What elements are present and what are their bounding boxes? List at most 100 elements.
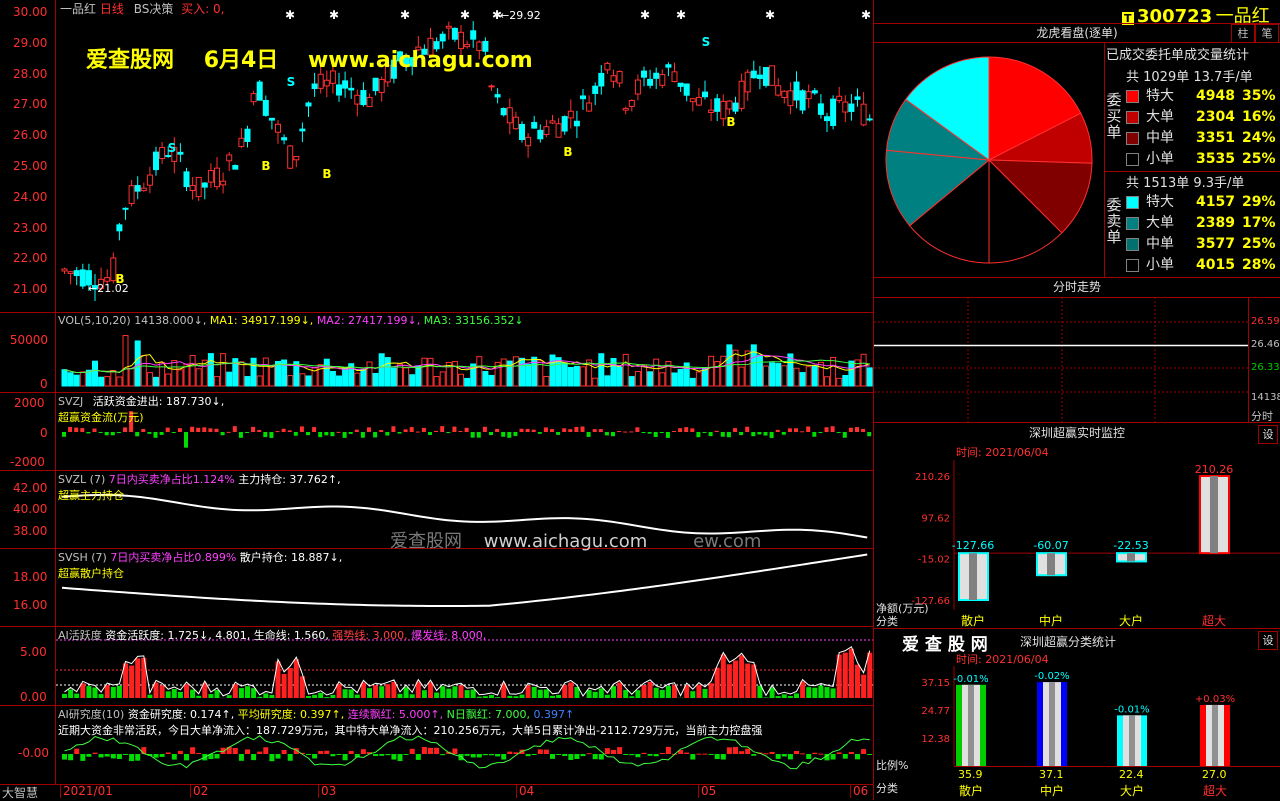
- lhb-num: 2389: [1196, 213, 1235, 233]
- volume-bar: [367, 362, 372, 386]
- research-bar: [154, 754, 159, 758]
- candle-body: [62, 269, 67, 271]
- research-bar: [666, 747, 671, 754]
- fenshi-tick-2: 26.46: [1251, 339, 1280, 350]
- research-bar: [74, 749, 79, 754]
- volume-bar: [489, 375, 494, 386]
- ai-bar: [611, 686, 616, 698]
- research-bar: [855, 754, 860, 759]
- ai-bar: [166, 691, 171, 698]
- ai-bar: [507, 696, 512, 698]
- ai-bar: [513, 696, 518, 698]
- volume-bar: [86, 370, 91, 386]
- flow-bar: [794, 428, 798, 432]
- ai-bar: [282, 674, 287, 698]
- flow-bar: [550, 429, 554, 432]
- svzj-tick-3: -2000: [10, 455, 45, 469]
- research-bar: [135, 754, 140, 761]
- sell-total: 共 1513单 9.3手/单: [1126, 172, 1244, 191]
- volume-bar: [593, 378, 598, 386]
- ai-bar: [74, 694, 79, 698]
- flow-bar: [520, 429, 524, 432]
- vol-header: VOL(5,10,20) 14138.000↓, MA1: 34917.199↓…: [58, 314, 524, 327]
- flow-bar: [208, 428, 212, 432]
- volume-bar: [178, 370, 183, 386]
- monitor-bar-shade: [969, 553, 977, 600]
- research-bar: [538, 749, 543, 754]
- period-label[interactable]: 日线: [100, 2, 124, 16]
- volume-bar: [391, 368, 396, 386]
- volume-bar: [318, 365, 323, 386]
- monitor-bar-value: -127.66: [952, 539, 994, 552]
- flow-bar: [483, 427, 487, 432]
- monitor-chart: 210.2697.62-15.02-127.66-127.66散户-60.07中…: [874, 460, 1280, 630]
- lhb-pct: 25%: [1242, 234, 1276, 254]
- candle-body: [709, 110, 714, 112]
- flow-bar: [696, 432, 700, 437]
- ai-bar: [80, 683, 85, 698]
- candle-body: [666, 65, 671, 67]
- research-bar: [660, 753, 665, 754]
- tab-column[interactable]: 柱: [1231, 24, 1255, 43]
- price-tick: 29.00: [13, 36, 47, 50]
- research-bar: [428, 748, 433, 754]
- monitor-cat-label: 超大: [1202, 613, 1226, 628]
- volume-bar: [690, 378, 695, 386]
- candle-body: [794, 82, 799, 100]
- lhb-label: 特大: [1146, 192, 1174, 212]
- high-annotation: ←29.92: [500, 9, 541, 22]
- volume-bar: [385, 358, 390, 386]
- research-bar: [532, 754, 537, 755]
- flow-bar: [703, 432, 707, 433]
- lhb-label: 特大: [1146, 86, 1174, 106]
- candle-body: [629, 100, 634, 106]
- monitor-settings-button[interactable]: 设: [1258, 425, 1278, 444]
- flow-bar: [782, 432, 786, 435]
- candle-body: [147, 175, 152, 185]
- flow-bar: [465, 428, 469, 432]
- tab-tick[interactable]: 笔: [1255, 24, 1279, 43]
- monitor-bar: [1117, 553, 1146, 561]
- ai-bar: [812, 688, 817, 698]
- ai-bar: [465, 690, 470, 698]
- volume-bar: [849, 361, 854, 386]
- research-bar: [416, 754, 421, 760]
- ai-bar: [532, 687, 537, 698]
- candle-body: [276, 124, 281, 132]
- research-bar: [562, 754, 567, 756]
- flow-bar: [93, 429, 97, 432]
- research-tick: -0.00: [18, 746, 49, 760]
- flow-bar: [574, 427, 578, 432]
- lhb-label: 大单: [1146, 107, 1174, 127]
- research-bar: [574, 754, 579, 759]
- price-tick: 22.00: [13, 251, 47, 265]
- research-bar: [831, 754, 836, 759]
- volume-bar: [440, 372, 445, 386]
- flow-bar: [477, 432, 481, 438]
- flow-bar: [757, 432, 761, 434]
- ai-bar: [269, 695, 274, 698]
- volume-bar: [581, 367, 586, 386]
- class-bottom-value: 27.0: [1202, 768, 1227, 781]
- flow-bar: [642, 432, 646, 433]
- research-bar: [794, 751, 799, 754]
- flow-bar: [843, 432, 847, 438]
- monitor-tick: -15.02: [918, 555, 950, 566]
- volume-bar: [172, 361, 177, 386]
- flow-bar: [489, 432, 493, 435]
- ai-bar: [446, 689, 451, 698]
- candle-body: [739, 81, 744, 108]
- strategy-label[interactable]: BS决策: [134, 2, 174, 16]
- volume-bar: [154, 377, 159, 386]
- volume-bar: [818, 362, 823, 386]
- volume-bar: [806, 367, 811, 386]
- fenshi-chart[interactable]: [874, 297, 1280, 422]
- class-settings-button[interactable]: 设: [1258, 631, 1278, 650]
- research-bar: [404, 754, 409, 755]
- flow-bar: [99, 432, 103, 433]
- research-bar: [623, 754, 628, 755]
- ai-bar: [794, 694, 799, 698]
- lhb-row: 大单230416%: [1124, 107, 1280, 127]
- monitor-cat-label: 大户: [1119, 613, 1143, 628]
- research-bar: [105, 754, 110, 757]
